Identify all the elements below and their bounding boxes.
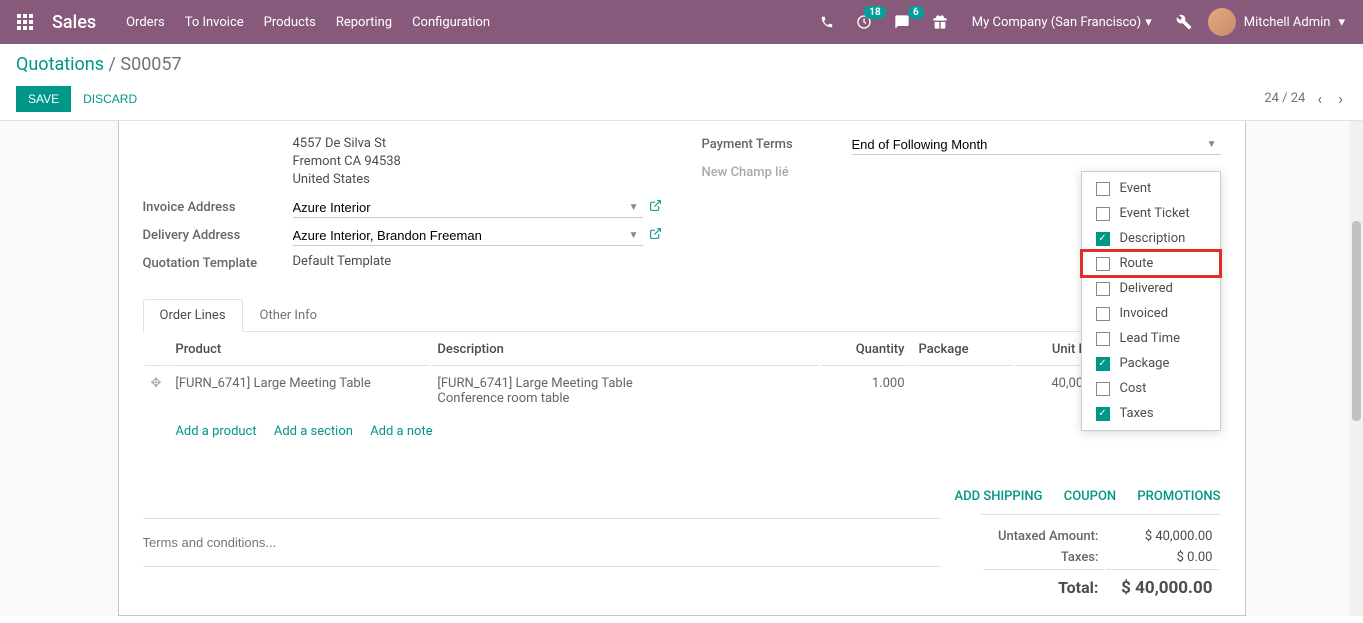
pager-prev[interactable]: ‹ xyxy=(1313,85,1326,112)
debug-icon[interactable] xyxy=(1170,8,1198,36)
company-name: My Company (San Francisco) xyxy=(972,15,1141,30)
activity-icon[interactable]: 18 xyxy=(850,8,878,36)
th-quantity[interactable]: Quantity xyxy=(821,334,911,366)
table-row[interactable]: ✥ [FURN_6741] Large Meeting Table [FURN_… xyxy=(145,368,1219,414)
navbar-left: Sales Orders To Invoice Products Reporti… xyxy=(10,3,500,42)
footer-actions: ADD SHIPPING COUPON PROMOTIONS xyxy=(143,449,1221,514)
user-name: Mitchell Admin xyxy=(1244,15,1331,30)
nav-to-invoice[interactable]: To Invoice xyxy=(175,3,254,42)
nav-products[interactable]: Products xyxy=(254,3,326,42)
form-container: 4557 De Silva St Fremont CA 94538 United… xyxy=(0,121,1363,616)
tabs: Order Lines Other Info xyxy=(143,299,1221,332)
nav-orders[interactable]: Orders xyxy=(116,3,175,42)
untaxed-value: $ 40,000.00 xyxy=(1106,527,1218,546)
delivery-address-input[interactable] xyxy=(293,226,643,246)
breadcrumb-current: S00057 xyxy=(120,54,181,75)
discuss-icon[interactable]: 6 xyxy=(888,8,916,36)
total-label: Total: xyxy=(983,569,1105,600)
add-note-link[interactable]: Add a note xyxy=(370,424,432,439)
quotation-template-label: Quotation Template xyxy=(143,254,293,271)
tab-order-lines[interactable]: Order Lines xyxy=(143,299,243,332)
totals-table: Untaxed Amount:$ 40,000.00 Taxes:$ 0.00 … xyxy=(981,525,1221,602)
external-link-icon[interactable] xyxy=(649,199,662,216)
app-brand[interactable]: Sales xyxy=(44,12,112,33)
address-line1: 4557 De Silva St xyxy=(293,135,662,153)
breadcrumb: Quotations / S00057 xyxy=(16,54,1347,75)
form-sheet: 4557 De Silva St Fremont CA 94538 United… xyxy=(118,121,1246,616)
cell-product[interactable]: [FURN_6741] Large Meeting Table xyxy=(169,368,429,414)
delivery-address-label: Delivery Address xyxy=(143,226,293,243)
address-line3: United States xyxy=(293,171,662,189)
untaxed-label: Untaxed Amount: xyxy=(983,527,1105,546)
save-button[interactable]: Save xyxy=(16,86,71,112)
coupon-link[interactable]: COUPON xyxy=(1064,489,1116,504)
tab-other-info[interactable]: Other Info xyxy=(243,299,335,332)
promotions-link[interactable]: PROMOTIONS xyxy=(1137,489,1220,504)
add-product-link[interactable]: Add a product xyxy=(175,424,256,439)
new-champ-label: New Champ lié xyxy=(702,163,852,180)
breadcrumb-parent[interactable]: Quotations xyxy=(16,54,104,75)
scrollbar-track[interactable] xyxy=(1350,121,1363,616)
add-section-link[interactable]: Add a section xyxy=(274,424,353,439)
payment-terms-label: Payment Terms xyxy=(702,135,852,152)
col-option-event[interactable]: Event xyxy=(1082,176,1220,201)
phone-icon[interactable] xyxy=(814,9,840,35)
apps-icon[interactable] xyxy=(10,7,40,37)
control-panel: Quotations / S00057 Save Discard 24 / 24… xyxy=(0,44,1363,121)
discuss-badge: 6 xyxy=(908,6,924,19)
col-option-package[interactable]: Package xyxy=(1082,351,1220,376)
total-value: $ 40,000.00 xyxy=(1106,569,1218,600)
add-shipping-link[interactable]: ADD SHIPPING xyxy=(955,489,1043,504)
taxes-label: Taxes: xyxy=(983,548,1105,567)
company-switcher[interactable]: My Company (San Francisco) ▾ xyxy=(964,15,1160,30)
cell-package[interactable] xyxy=(913,368,1013,414)
quotation-template-value[interactable]: Default Template xyxy=(293,254,392,269)
cell-description[interactable]: [FURN_6741] Large Meeting Table Conferen… xyxy=(431,368,818,414)
col-option-cost[interactable]: Cost xyxy=(1082,376,1220,401)
order-lines-table: Product Description Quantity Package Uni… xyxy=(143,332,1221,449)
col-option-taxes[interactable]: Taxes xyxy=(1082,401,1220,426)
drag-handle-icon[interactable]: ✥ xyxy=(151,376,162,391)
pager-next[interactable]: › xyxy=(1334,85,1347,112)
address-line2: Fremont CA 94538 xyxy=(293,153,662,171)
col-option-delivered[interactable]: Delivered xyxy=(1082,276,1220,301)
avatar xyxy=(1208,8,1236,36)
external-link-icon[interactable] xyxy=(649,227,662,244)
payment-terms-input[interactable] xyxy=(852,135,1221,155)
terms-input[interactable] xyxy=(143,535,941,550)
th-product[interactable]: Product xyxy=(169,334,429,366)
col-option-description[interactable]: Description xyxy=(1082,226,1220,251)
user-menu[interactable]: Mitchell Admin ▾ xyxy=(1208,8,1353,36)
invoice-address-input[interactable] xyxy=(293,198,643,218)
col-option-event-ticket[interactable]: Event Ticket xyxy=(1082,201,1220,226)
nav-configuration[interactable]: Configuration xyxy=(402,3,500,42)
activity-badge: 18 xyxy=(864,6,885,19)
cp-buttons: Save Discard 24 / 24 ‹ › xyxy=(16,85,1347,112)
chevron-down-icon: ▾ xyxy=(1338,15,1345,30)
th-package[interactable]: Package xyxy=(913,334,1013,366)
invoice-address-label: Invoice Address xyxy=(143,198,293,215)
discard-button[interactable]: Discard xyxy=(71,86,149,112)
chevron-down-icon: ▾ xyxy=(1145,15,1152,30)
nav-menu: Orders To Invoice Products Reporting Con… xyxy=(116,3,500,42)
navbar-right: 18 6 My Company (San Francisco) ▾ Mitche… xyxy=(814,8,1353,36)
nav-reporting[interactable]: Reporting xyxy=(326,3,402,42)
col-option-route[interactable]: Route xyxy=(1082,251,1220,276)
pager-text[interactable]: 24 / 24 xyxy=(1264,91,1305,106)
scrollbar-thumb[interactable] xyxy=(1352,221,1361,421)
taxes-value: $ 0.00 xyxy=(1106,548,1218,567)
cell-quantity[interactable]: 1.000 xyxy=(821,368,911,414)
navbar: Sales Orders To Invoice Products Reporti… xyxy=(0,0,1363,44)
gift-icon[interactable] xyxy=(926,8,954,36)
pager: 24 / 24 ‹ › xyxy=(1264,85,1347,112)
col-option-lead-time[interactable]: Lead Time xyxy=(1082,326,1220,351)
column-visibility-menu: Event Event Ticket Description Route Del… xyxy=(1081,171,1221,431)
col-option-invoiced[interactable]: Invoiced xyxy=(1082,301,1220,326)
th-description[interactable]: Description xyxy=(431,334,818,366)
